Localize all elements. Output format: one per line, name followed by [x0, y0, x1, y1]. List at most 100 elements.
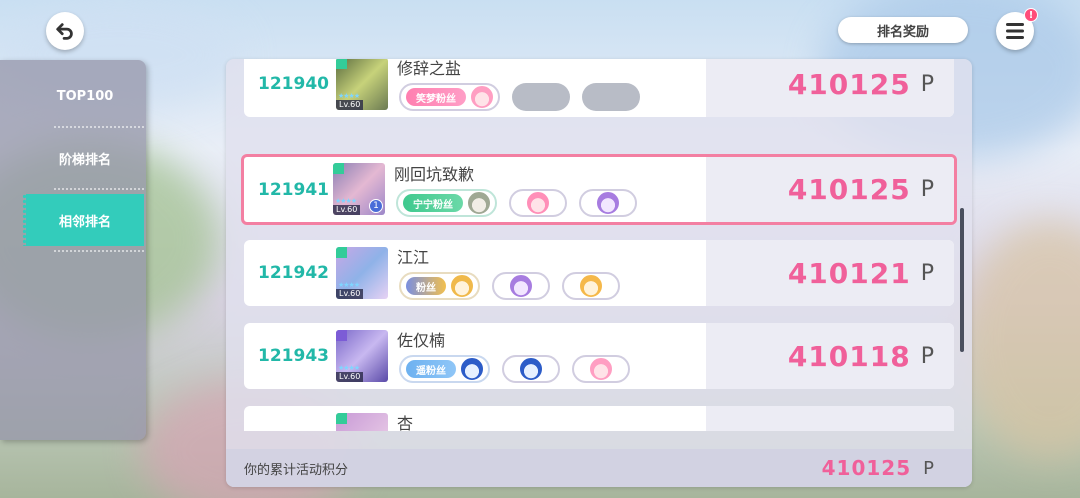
back-arrow-icon	[56, 23, 73, 40]
character-face-icon	[596, 191, 620, 215]
character-badge[interactable]	[579, 189, 637, 217]
unit-tag-icon	[336, 413, 347, 424]
character-face-icon	[470, 85, 494, 109]
rarity-stars-icon: ★★★★	[335, 197, 357, 205]
score-value: 410121	[787, 256, 911, 290]
fan-badges: 粉丝	[399, 271, 620, 301]
character-face-icon	[467, 191, 491, 215]
notification-badge: !	[1024, 8, 1038, 22]
score-box	[706, 406, 954, 431]
score-unit: P	[920, 71, 934, 97]
player-level: Lv.60	[336, 289, 364, 299]
player-name: 修辞之盐	[397, 59, 462, 78]
fan-badge[interactable]: 遥粉丝	[399, 355, 490, 383]
character-face-icon	[450, 274, 474, 298]
event-score: 410121 P	[788, 240, 934, 306]
player-avatar[interactable]: ★★★★ Lv.60 1	[333, 163, 385, 215]
fan-badge[interactable]: 笑梦粉丝	[399, 83, 500, 111]
character-face-icon	[509, 274, 533, 298]
ranking-sidebar: TOP100 阶梯排名 相邻排名	[0, 60, 146, 440]
score-value: 410125	[787, 67, 911, 101]
rank-number: 121942	[258, 263, 329, 283]
fan-badge-label: 笑梦粉丝	[406, 88, 466, 106]
rank-reward-button[interactable]: 排名奖励	[838, 17, 968, 43]
player-avatar[interactable]: ★★★★ Lv.60	[336, 59, 388, 110]
rarity-stars-icon: ★★★★	[338, 92, 360, 100]
player-name: 刚回坑致歉	[394, 165, 475, 184]
sidebar-divider	[54, 126, 144, 128]
player-level: Lv.60	[333, 205, 361, 215]
fan-badges: 宁宁粉丝	[396, 188, 637, 218]
event-score: 410125 P	[788, 59, 934, 117]
character-badge[interactable]	[572, 355, 630, 383]
sidebar-item-ladder-ranking[interactable]: 阶梯排名	[26, 132, 144, 184]
my-score-footer: 你的累计活动积分 410125 P	[226, 449, 972, 487]
ranking-panel: 121940 ★★★★ Lv.60 修辞之盐 笑梦粉丝 410125 P 121…	[226, 59, 972, 487]
sidebar-item-label: TOP100	[56, 88, 114, 104]
score-unit: P	[920, 343, 934, 369]
character-face-icon	[526, 191, 550, 215]
character-badge[interactable]	[502, 355, 560, 383]
character-face-icon	[589, 357, 613, 381]
sidebar-item-label: 阶梯排名	[58, 152, 111, 168]
hamburger-menu-icon	[1006, 23, 1024, 39]
ranking-row[interactable]: 121940 ★★★★ Lv.60 修辞之盐 笑梦粉丝 410125 P	[244, 59, 954, 117]
cumulative-score: 410125 P	[822, 449, 934, 487]
rank-number: 121940	[258, 74, 329, 94]
character-face-icon	[579, 274, 603, 298]
event-score: 410125 P	[788, 157, 934, 222]
fan-badge-label: 粉丝	[406, 277, 446, 295]
player-avatar[interactable]: ★★★★ Lv.60	[336, 330, 388, 382]
player-name: 杏	[397, 414, 414, 431]
rarity-stars-icon: ★★★★	[338, 364, 360, 372]
empty-badge-slot	[582, 83, 640, 111]
list-scrollbar[interactable]	[960, 208, 964, 352]
cumulative-score-label: 你的累计活动积分	[244, 462, 349, 478]
unit-tag-icon	[336, 59, 347, 69]
player-level: Lv.60	[336, 372, 364, 382]
rarity-stars-icon: ★★★★	[338, 281, 360, 289]
fan-badge-label: 遥粉丝	[406, 360, 456, 378]
unit-tag-icon	[336, 330, 347, 341]
ranking-row[interactable]: 121943 ★★★★ Lv.60 佐仅楠 遥粉丝 410118 P	[244, 323, 954, 389]
event-score: 410118 P	[788, 323, 934, 389]
unit-tag-icon	[333, 163, 344, 174]
ranking-row-self[interactable]: 121941 ★★★★ Lv.60 1 刚回坑致歉 宁宁粉丝 410125 P	[241, 154, 957, 225]
fan-badge[interactable]: 宁宁粉丝	[396, 189, 497, 217]
cumulative-score-unit: P	[923, 457, 934, 479]
fan-badges: 遥粉丝	[399, 354, 630, 384]
character-face-icon	[460, 357, 484, 381]
rank-number: 121941	[258, 179, 329, 200]
sidebar-item-adjacent-ranking[interactable]: 相邻排名	[22, 194, 144, 246]
fan-badges: 笑梦粉丝	[399, 82, 640, 112]
character-badge[interactable]	[562, 272, 620, 300]
sidebar-divider	[54, 188, 144, 190]
sidebar-item-label: 相邻排名	[58, 214, 111, 230]
back-button[interactable]	[46, 12, 84, 50]
empty-badge-slot	[512, 83, 570, 111]
cumulative-score-value: 410125	[821, 456, 912, 480]
sidebar-divider	[54, 250, 144, 252]
player-level: Lv.60	[336, 100, 364, 110]
fan-badge[interactable]: 粉丝	[399, 272, 480, 300]
score-value: 410125	[787, 173, 911, 206]
dot-pattern-decoration	[22, 194, 44, 246]
unit-tag-icon	[336, 247, 347, 258]
fan-badge-label: 宁宁粉丝	[403, 194, 463, 212]
player-name: 佐仅楠	[397, 331, 446, 350]
player-avatar[interactable]: ★★★★ Lv.60	[336, 247, 388, 299]
character-face-icon	[519, 357, 543, 381]
ranking-row[interactable]: 杏	[244, 406, 954, 431]
player-avatar[interactable]	[336, 413, 388, 431]
character-badge[interactable]	[509, 189, 567, 217]
sidebar-item-top100[interactable]: TOP100	[26, 70, 144, 122]
score-value: 410118	[787, 339, 911, 373]
score-unit: P	[920, 177, 934, 202]
ranking-row[interactable]: 121942 ★★★★ Lv.60 江江 粉丝 410121 P	[244, 240, 954, 306]
ranking-list[interactable]: 121940 ★★★★ Lv.60 修辞之盐 笑梦粉丝 410125 P 121…	[226, 59, 972, 431]
rank-number: 121943	[258, 346, 329, 366]
player-name: 江江	[397, 248, 430, 267]
mastery-badge: 1	[369, 199, 383, 213]
character-badge[interactable]	[492, 272, 550, 300]
score-unit: P	[920, 260, 934, 286]
